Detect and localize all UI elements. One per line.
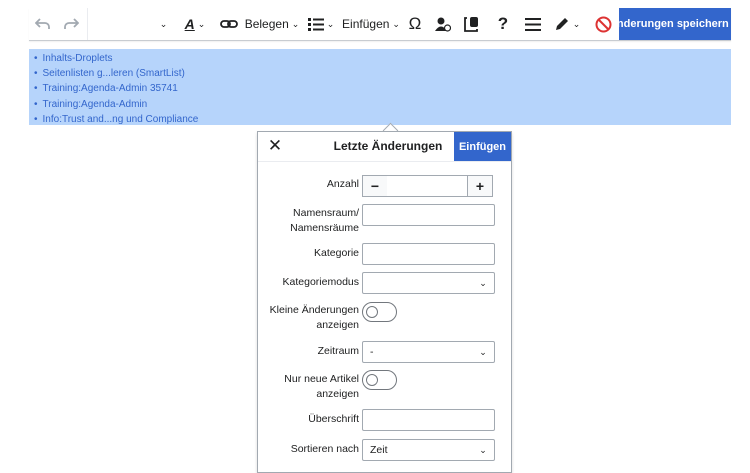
minor-changes-toggle[interactable] [362,302,397,322]
count-stepper: − + [362,175,493,197]
insert-menu-button[interactable]: Einfügen ⌄ [342,8,400,40]
sort-label: Sortieren nach [290,443,359,455]
category-mode-select[interactable]: ⌄ [362,272,495,294]
pencil-icon [555,18,568,30]
comment-button[interactable] [459,8,483,40]
help-icon: ? [497,14,509,33]
list-item: Training:Agenda-Admin [34,97,731,112]
editor-toolbar: ⌄ A ⌄ Belegen ⌄ ⌄ Einfügen ⌄ Ω ? ⌄ nderu… [29,8,731,41]
count-input[interactable] [387,175,467,197]
chevron-down-icon: ⌄ [197,18,206,29]
hamburger-icon [525,17,541,31]
redo-icon [64,18,79,29]
period-label: Zeitraum [317,345,359,357]
help-button[interactable]: ? [491,8,515,40]
text-format-icon: A [184,16,195,32]
chevron-down-icon: ⌄ [291,18,300,29]
dialog-header: ✕ Letzte Änderungen Einfügen [258,132,511,162]
recent-changes-dialog: ✕ Letzte Änderungen Einfügen Anzahl − + … [257,131,512,473]
selected-smartlist-block[interactable]: Inhalts-Droplets Seitenlisten g...leren … [29,49,731,125]
plus-icon: + [475,178,485,194]
save-changes-label: Änderungen speichern ... [619,18,731,30]
count-label: Anzahl [326,178,359,190]
user-icon [435,17,451,32]
namespace-label: Namensraum/ Namensräume [290,207,359,234]
close-icon[interactable]: ✕ [265,136,285,156]
list-item: Inhalts-Droplets [34,51,731,66]
minor-changes-label: Kleine Änderungen anzeigen [269,304,359,331]
bulleted-list-icon [307,17,324,31]
omega-icon: Ω [408,14,422,33]
smartlist-items: Inhalts-Droplets Seitenlisten g...leren … [29,49,731,127]
link-button[interactable] [215,8,243,40]
chevron-down-icon: ⌄ [479,346,487,357]
category-label: Kategorie [314,247,359,259]
namespace-input[interactable] [362,204,495,226]
cite-label: Belegen [244,17,289,31]
category-mode-label: Kategoriemodus [282,276,359,288]
new-articles-label: Nur neue Artikel anzeigen [284,373,359,400]
undo-button[interactable] [29,8,57,40]
redo-button[interactable] [57,8,85,40]
cancel-button[interactable] [591,8,615,40]
menu-button[interactable] [521,8,545,40]
chevron-down-icon: ⌄ [392,18,400,29]
new-articles-toggle[interactable] [362,370,397,390]
chevron-down-icon: ⌄ [326,18,335,29]
category-input[interactable] [362,243,495,265]
insert-label: Einfügen [342,17,390,31]
toolbar-divider [87,8,88,40]
text-format-button[interactable]: A ⌄ [177,8,213,40]
toggle-knob [366,374,378,386]
list-item: Training:Agenda-Admin 35741 [34,81,731,96]
list-button[interactable]: ⌄ [303,8,339,40]
heading-label: Überschrift [308,413,359,425]
insert-button[interactable]: Einfügen [454,132,511,161]
link-icon [220,20,238,28]
increment-button[interactable]: + [467,175,493,197]
insert-button-label: Einfügen [458,140,507,153]
special-character-button[interactable]: Ω [403,8,427,40]
user-mention-button[interactable] [431,8,455,40]
dialog-title: Letzte Änderungen [333,139,443,153]
paragraph-dropdown[interactable]: ⌄ [151,8,173,40]
save-changes-button[interactable]: Änderungen speichern ... [619,8,731,40]
period-value: - [370,346,374,358]
list-item: Seitenlisten g...leren (SmartList) [34,66,731,81]
edit-mode-button[interactable]: ⌄ [549,8,585,40]
decrement-button[interactable]: − [362,175,388,197]
chevron-down-icon: ⌄ [572,18,581,29]
toggle-knob [366,306,378,318]
chevron-down-icon: ⌄ [479,444,487,455]
sort-select[interactable]: Zeit ⌄ [362,439,495,461]
undo-icon [35,18,50,29]
chevron-down-icon: ⌄ [159,18,168,29]
list-item: Info:Trust and...ng und Compliance [34,112,731,127]
period-select[interactable]: - ⌄ [362,341,495,363]
comment-icon [463,17,478,32]
chevron-down-icon: ⌄ [479,277,487,288]
sort-value: Zeit [370,444,388,456]
cite-button[interactable]: Belegen ⌄ [244,8,300,40]
cancel-icon [595,16,611,32]
heading-input[interactable] [362,409,495,431]
minus-icon: − [370,178,380,194]
